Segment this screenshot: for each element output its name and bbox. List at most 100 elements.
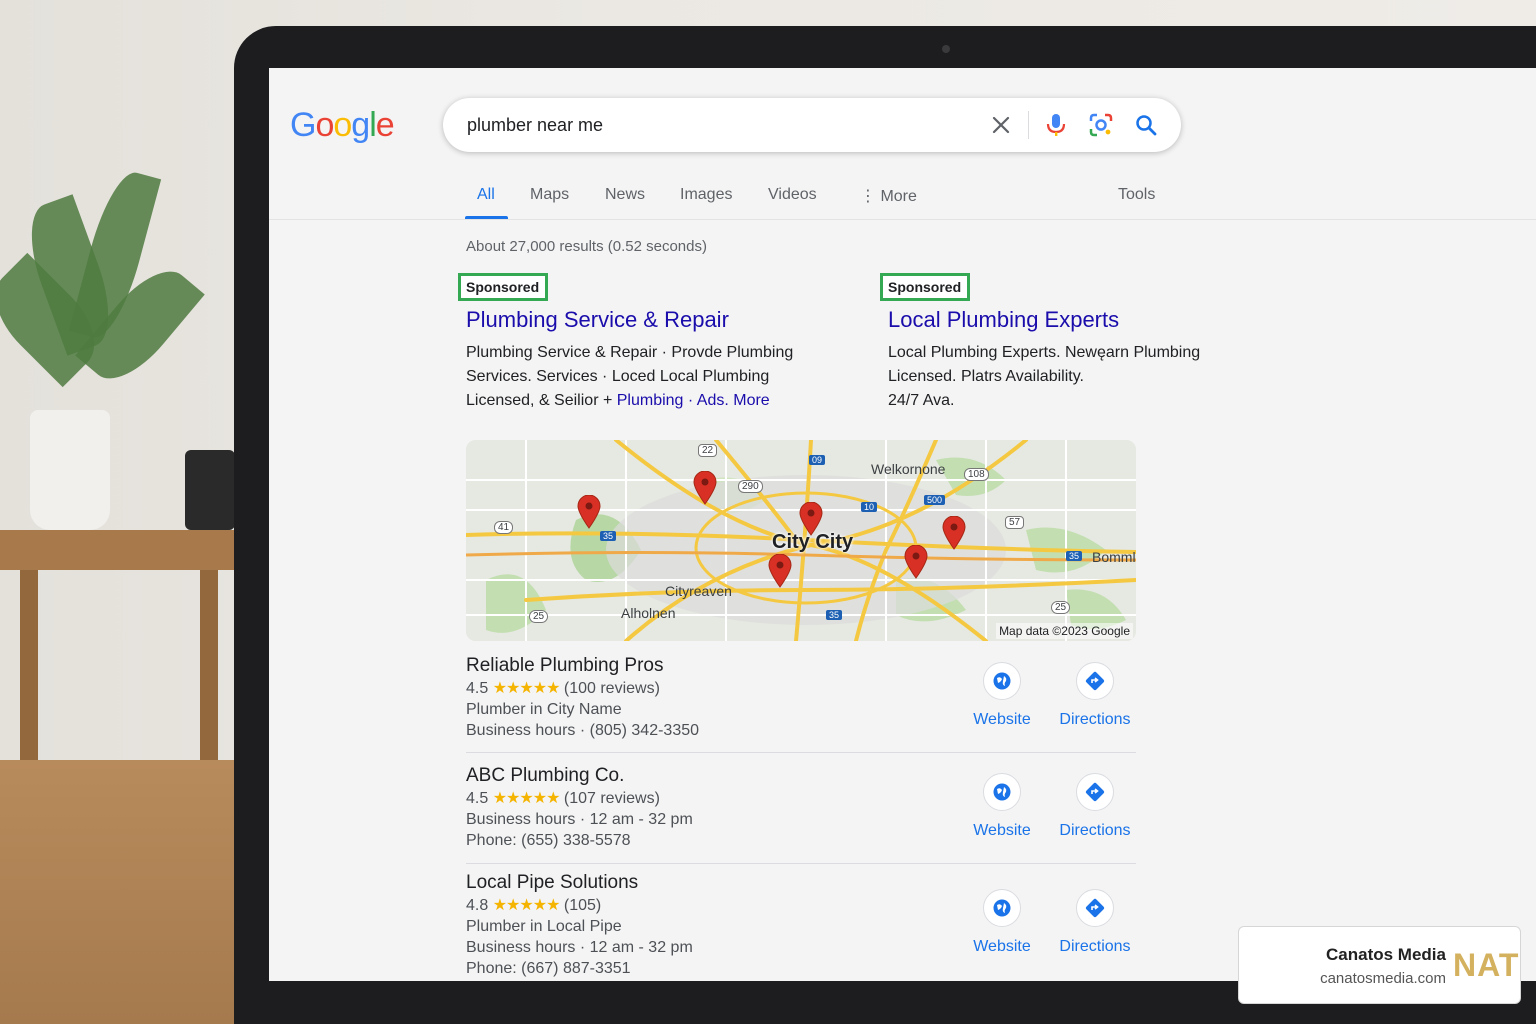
ad-title-link[interactable]: Plumbing Service & Repair bbox=[466, 307, 818, 333]
directions-icon bbox=[1076, 773, 1114, 811]
listing-divider bbox=[466, 752, 1136, 753]
tab-images[interactable]: Images bbox=[680, 186, 732, 204]
map-place-label: Bomml bbox=[1092, 549, 1136, 565]
ad-description: Plumbing Service & Repair · Provde Plumb… bbox=[466, 341, 818, 413]
website-label: Website bbox=[973, 711, 1031, 728]
map-place-label: Cityreaven bbox=[665, 583, 732, 599]
logo-letter: g bbox=[351, 106, 370, 144]
ad-desc-line: Services. Services · Loced Local Plumbin… bbox=[466, 368, 770, 385]
local-map[interactable]: 22 290 09 108 10 500 57 41 35 25 35 35 2… bbox=[466, 440, 1136, 641]
directions-label: Directions bbox=[1059, 711, 1131, 728]
logo-letter: G bbox=[290, 106, 316, 144]
result-stats: About 27,000 results (0.52 seconds) bbox=[466, 238, 707, 255]
website-label: Website bbox=[973, 938, 1031, 955]
interstate-shield: 35 bbox=[600, 531, 617, 541]
ad-sitelink-plumbing[interactable]: Plumbing bbox=[617, 392, 684, 409]
wooden-shelf bbox=[0, 530, 240, 570]
google-logo[interactable]: Google bbox=[290, 106, 395, 145]
highway-shield: 22 bbox=[698, 444, 718, 457]
directions-button[interactable]: Directions bbox=[1050, 662, 1140, 729]
ad-desc-line: Licensed, & Seilior + Plumbing · Ads. Mo… bbox=[466, 389, 818, 413]
interstate-shield: 500 bbox=[924, 495, 946, 505]
ad-desc-line: Plumbing Service & Repair · Provde Plumb… bbox=[466, 344, 794, 361]
map-pin-icon[interactable] bbox=[904, 545, 928, 579]
tab-more[interactable]: ⋮ More bbox=[860, 186, 917, 206]
brand-url: canatosmedia.com bbox=[1320, 970, 1446, 987]
directions-button[interactable]: Directions bbox=[1050, 773, 1140, 840]
map-pin-icon[interactable] bbox=[693, 471, 717, 505]
ad-sitelink-more[interactable]: · Ads. More bbox=[683, 392, 770, 409]
map-attribution: Map data ©2023 Google bbox=[996, 623, 1133, 639]
globe-icon bbox=[983, 662, 1021, 700]
search-box bbox=[443, 98, 1181, 152]
speaker bbox=[185, 450, 235, 530]
sponsored-badge: Sponsored bbox=[458, 273, 549, 301]
highway-shield: 108 bbox=[964, 468, 989, 481]
rating-stars: ★★★★★ bbox=[492, 897, 561, 914]
logo-letter: o bbox=[315, 106, 334, 144]
website-button[interactable]: Website bbox=[957, 662, 1047, 729]
highway-shield: 25 bbox=[529, 610, 549, 623]
logo-letter: e bbox=[375, 106, 395, 144]
plant-pot bbox=[30, 410, 110, 530]
interstate-shield: 09 bbox=[809, 455, 826, 465]
directions-icon bbox=[1076, 662, 1114, 700]
map-place-label: Alholnen bbox=[621, 605, 676, 621]
review-count: (107 reviews) bbox=[563, 790, 660, 807]
brand-logo: NATC bbox=[1453, 947, 1520, 983]
tab-videos[interactable]: Videos bbox=[768, 186, 817, 204]
brand-watermark: Canatos Media canatosmedia.com NATC bbox=[1238, 926, 1521, 1004]
ad-desc-line: 24/7 Ava. bbox=[888, 392, 955, 409]
tab-news[interactable]: News bbox=[605, 186, 645, 204]
camera-lens-icon[interactable] bbox=[1086, 110, 1116, 140]
directions-icon bbox=[1076, 889, 1114, 927]
ad-title-link[interactable]: Local Plumbing Experts bbox=[888, 307, 1240, 333]
rating-stars: ★★★★★ bbox=[492, 680, 561, 697]
directions-label: Directions bbox=[1059, 938, 1131, 955]
browser-screen: Google plumber near me All Maps News Ima… bbox=[269, 68, 1536, 981]
clear-icon[interactable] bbox=[986, 110, 1016, 140]
shelf-leg bbox=[200, 570, 218, 770]
sponsored-ad: Sponsored Plumbing Service & Repair Plum… bbox=[458, 273, 818, 413]
ad-desc-text: Licensed, & Seilior + bbox=[466, 392, 617, 409]
sponsored-badge: Sponsored bbox=[880, 273, 971, 301]
highway-shield: 25 bbox=[1051, 601, 1071, 614]
highway-shield: 41 bbox=[494, 521, 514, 534]
map-pin-icon[interactable] bbox=[768, 554, 792, 588]
ad-description: Local Plumbing Experts. Newęarn Plumbing… bbox=[888, 341, 1240, 413]
map-pin-icon[interactable] bbox=[577, 495, 601, 529]
website-button[interactable]: Website bbox=[957, 889, 1047, 956]
interstate-shield: 35 bbox=[826, 610, 843, 620]
map-pin-icon[interactable] bbox=[799, 502, 823, 536]
brand-name: Canatos Media bbox=[1326, 945, 1446, 964]
review-count: (105) bbox=[563, 897, 602, 914]
interstate-shield: 10 bbox=[861, 502, 878, 512]
ad-desc-line: Licensed. Platrs Availability. bbox=[888, 368, 1084, 385]
interstate-shield: 35 bbox=[1066, 551, 1083, 561]
listing-divider bbox=[466, 863, 1136, 864]
rating-stars: ★★★★★ bbox=[492, 790, 561, 807]
globe-icon bbox=[983, 773, 1021, 811]
rating-value: 4.5 bbox=[466, 790, 489, 807]
tab-all[interactable]: All bbox=[477, 186, 495, 204]
map-pin-icon[interactable] bbox=[942, 516, 966, 550]
logo-letter: o bbox=[333, 106, 352, 144]
listing-phone: Phone: (667) 887-3351 bbox=[466, 960, 631, 977]
microphone-icon[interactable] bbox=[1041, 110, 1071, 140]
search-icon[interactable] bbox=[1131, 110, 1161, 140]
website-label: Website bbox=[973, 822, 1031, 839]
globe-icon bbox=[983, 889, 1021, 927]
directions-button[interactable]: Directions bbox=[1050, 889, 1140, 956]
ad-desc-line: Local Plumbing Experts. Newęarn Plumbing bbox=[888, 344, 1201, 361]
website-button[interactable]: Website bbox=[957, 773, 1047, 840]
laptop-camera bbox=[942, 45, 950, 53]
rating-value: 4.8 bbox=[466, 897, 489, 914]
tab-tools[interactable]: Tools bbox=[1118, 186, 1155, 204]
tab-maps[interactable]: Maps bbox=[530, 186, 569, 204]
shelf-leg bbox=[20, 570, 38, 770]
rating-value: 4.5 bbox=[466, 680, 489, 697]
sponsored-ad: Sponsored Local Plumbing Experts Local P… bbox=[880, 273, 1240, 413]
review-count: (100 reviews) bbox=[563, 680, 660, 697]
search-input[interactable] bbox=[467, 112, 967, 138]
highway-shield: 290 bbox=[738, 480, 763, 493]
